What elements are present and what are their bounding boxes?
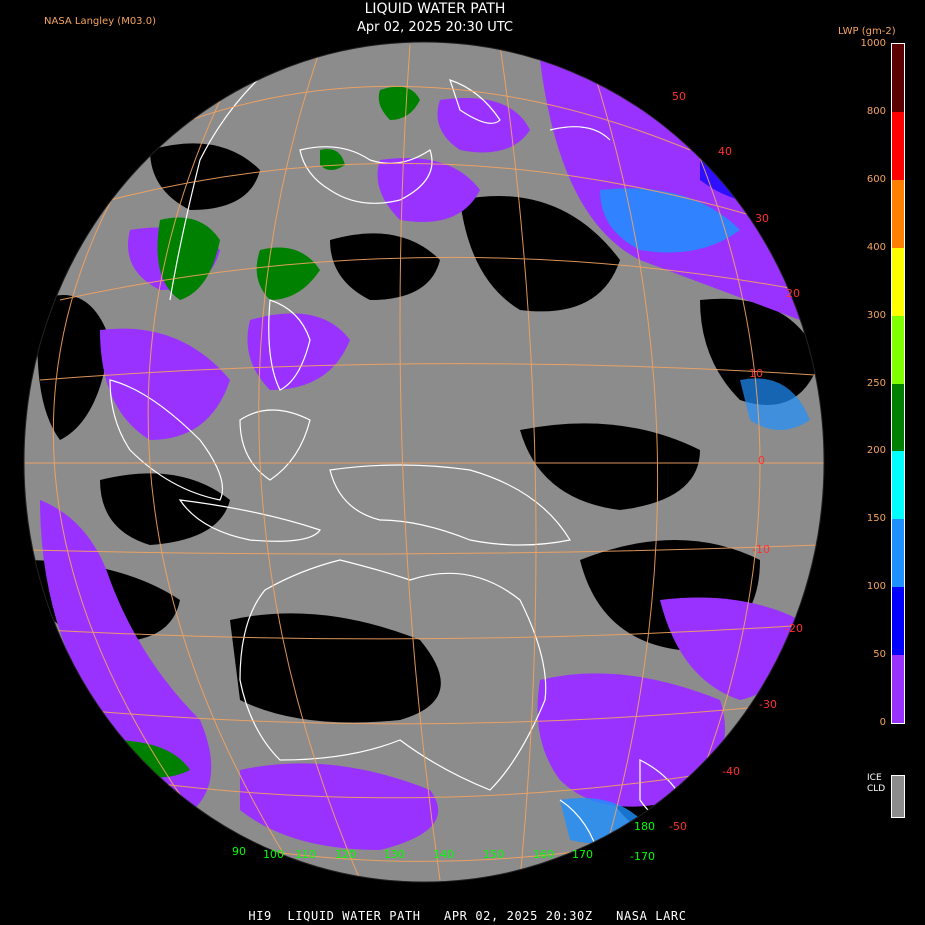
latitude-label: 10 xyxy=(749,367,763,380)
ice-label: ICE xyxy=(867,773,882,783)
legend-color-segment xyxy=(892,655,904,724)
legend-tick: 600 xyxy=(866,173,886,185)
legend-tick: 200 xyxy=(866,445,886,457)
latitude-label: -10 xyxy=(752,543,770,556)
legend-color-segment xyxy=(892,315,904,384)
legend-tick: 400 xyxy=(866,241,886,253)
legend-color-segment xyxy=(892,587,904,656)
ice-cloud-swatch xyxy=(891,775,905,818)
legend-tick: 150 xyxy=(866,513,886,525)
latitude-label: -40 xyxy=(722,765,740,778)
latitude-label: 0 xyxy=(758,454,765,467)
legend-color-segment xyxy=(892,247,904,317)
satellite-disk-map xyxy=(23,41,825,883)
legend-tick: 0 xyxy=(879,717,886,728)
legend-tick: 800 xyxy=(866,105,886,117)
longitude-label: 100 xyxy=(263,848,284,861)
longitude-label: 150 xyxy=(483,848,504,861)
longitude-label: 160 xyxy=(533,848,554,861)
legend-tick: 250 xyxy=(866,377,886,389)
legend-color-segment xyxy=(892,451,904,520)
footer-caption: HI9 LIQUID WATER PATH APR 02, 2025 20:30… xyxy=(248,909,687,923)
map-title: LIQUID WATER PATH xyxy=(364,1,506,17)
latitude-label: 20 xyxy=(786,287,800,300)
longitude-label: 120 xyxy=(335,848,356,861)
cld-label: CLD xyxy=(867,784,886,794)
longitude-label: 170 xyxy=(572,848,593,861)
legend-color-segment xyxy=(892,519,904,588)
legend-tick: 100 xyxy=(866,581,886,593)
legend-color-segment xyxy=(892,179,904,249)
latitude-label: -20 xyxy=(785,622,803,635)
latitude-label: 30 xyxy=(755,212,769,225)
latitude-label: 50 xyxy=(672,90,686,103)
longitude-label: 130 xyxy=(384,848,405,861)
latitude-label: -30 xyxy=(759,698,777,711)
longitude-label: 140 xyxy=(433,848,454,861)
latitude-label: 40 xyxy=(718,145,732,158)
map-subtitle: Apr 02, 2025 20:30 UTC xyxy=(356,20,513,35)
legend-color-segment xyxy=(892,111,904,181)
legend-tick: 1000 xyxy=(860,38,886,49)
color-legend-bar xyxy=(891,43,905,724)
longitude-label: 110 xyxy=(295,848,316,861)
latitude-label: -50 xyxy=(669,820,687,833)
legend-color-segment xyxy=(892,44,904,113)
longitude-label: -170 xyxy=(630,850,655,863)
legend-unit-label: LWP (gm-2) xyxy=(838,26,896,37)
longitude-label: 90 xyxy=(232,845,246,858)
legend-tick: 50 xyxy=(873,649,886,661)
legend-tick: 300 xyxy=(866,309,886,321)
legend-color-segment xyxy=(892,383,904,452)
longitude-label: 180 xyxy=(634,820,655,833)
